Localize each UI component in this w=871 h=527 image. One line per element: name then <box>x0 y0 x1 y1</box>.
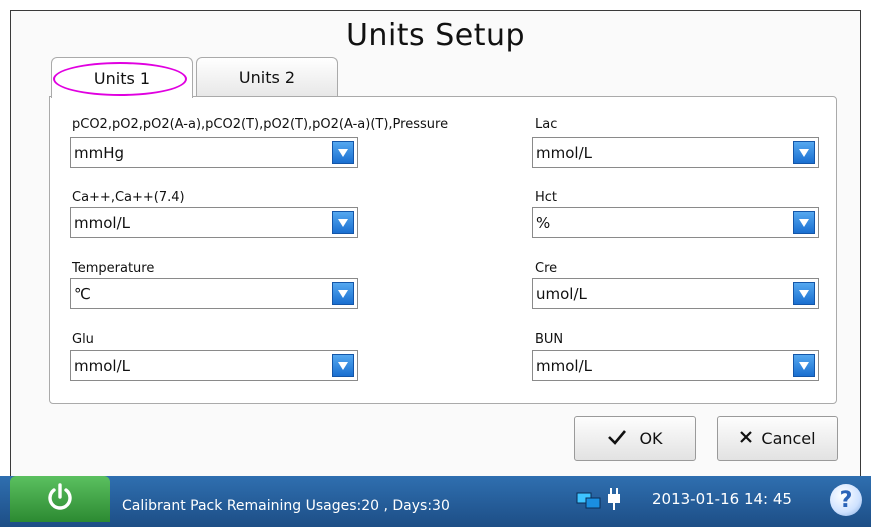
tab-units-2[interactable]: Units 2 <box>196 57 338 97</box>
dropdown-arrow-icon[interactable] <box>332 354 354 377</box>
dropdown-arrow-icon[interactable] <box>332 141 354 164</box>
bun-unit-select[interactable]: mmol/L <box>532 350 819 381</box>
network-icon <box>576 490 602 514</box>
tab-label: Units 2 <box>238 68 296 87</box>
dropdown-arrow-icon[interactable] <box>793 141 815 164</box>
help-icon[interactable]: ? <box>830 484 862 516</box>
power-icon <box>45 482 75 516</box>
select-value: mmol/L <box>536 144 592 162</box>
page-title: Units Setup <box>345 18 526 53</box>
tab-highlight-ellipse <box>53 62 187 96</box>
temperature-label: Temperature <box>72 261 155 276</box>
select-value: ℃ <box>74 285 91 303</box>
lac-label: Lac <box>535 117 558 132</box>
hct-unit-select[interactable]: % <box>532 207 819 238</box>
ca-unit-select[interactable]: mmol/L <box>70 207 358 238</box>
datetime: 2013-01-16 14: 45 <box>652 490 792 508</box>
ok-label: OK <box>639 429 663 448</box>
glu-unit-select[interactable]: mmol/L <box>70 350 358 381</box>
cre-label: Cre <box>535 261 558 276</box>
select-value: umol/L <box>536 285 587 303</box>
dropdown-arrow-icon[interactable] <box>793 354 815 377</box>
dropdown-arrow-icon[interactable] <box>793 211 815 234</box>
cre-unit-select[interactable]: umol/L <box>532 278 819 309</box>
calibrant-status: Calibrant Pack Remaining Usages:20 , Day… <box>122 498 450 514</box>
dropdown-arrow-icon[interactable] <box>793 282 815 305</box>
cancel-button[interactable]: Cancel <box>717 416 838 461</box>
select-value: mmol/L <box>74 357 130 375</box>
dropdown-arrow-icon[interactable] <box>332 211 354 234</box>
x-icon <box>739 429 753 448</box>
ok-button[interactable]: OK <box>574 416 696 461</box>
plug-icon <box>606 487 622 515</box>
dropdown-arrow-icon[interactable] <box>332 282 354 305</box>
pressure-label: pCO2,pO2,pO2(A-a),pCO2(T),pO2(T),pO2(A-a… <box>72 117 449 132</box>
select-value: % <box>536 214 551 232</box>
select-value: mmol/L <box>74 214 130 232</box>
bun-label: BUN <box>535 332 564 347</box>
cancel-label: Cancel <box>761 429 816 448</box>
ca-label: Ca++,Ca++(7.4) <box>72 190 185 205</box>
power-button[interactable] <box>10 476 110 522</box>
select-value: mmol/L <box>536 357 592 375</box>
glu-label: Glu <box>72 332 94 347</box>
temperature-unit-select[interactable]: ℃ <box>70 278 358 309</box>
pressure-unit-select[interactable]: mmHg <box>70 137 358 168</box>
select-value: mmHg <box>74 144 125 162</box>
check-icon <box>607 429 627 449</box>
lac-unit-select[interactable]: mmol/L <box>532 137 819 168</box>
hct-label: Hct <box>535 190 558 205</box>
